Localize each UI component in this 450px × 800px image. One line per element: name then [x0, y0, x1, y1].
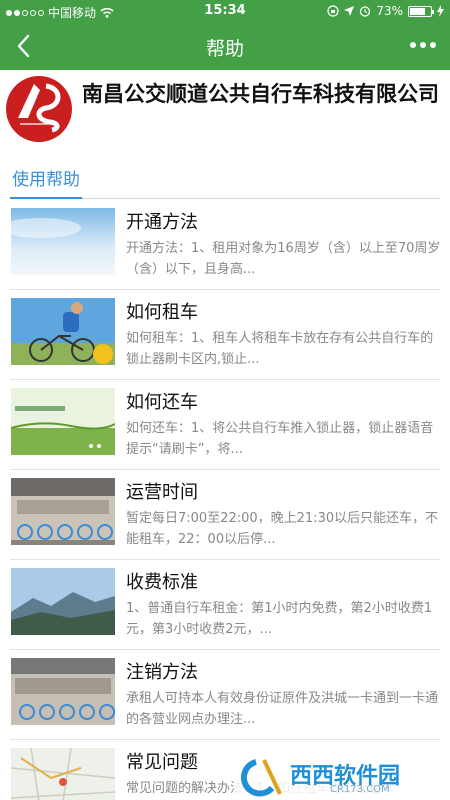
item-title: 常见问题	[126, 752, 198, 773]
thumbnail-image	[11, 208, 115, 275]
item-title: 开通方法	[126, 212, 198, 233]
location-arrow-icon	[344, 6, 355, 16]
charging-icon	[437, 5, 444, 17]
item-description: 1、普通自行车租金：第1小时内免费，第2小时收费1元，第3小时收费2元，...	[126, 601, 433, 637]
thumbnail-image	[11, 658, 115, 725]
thumbnail-image	[11, 568, 115, 635]
watermark-logo: 西西软件园 CR173.COM	[234, 754, 434, 800]
help-list: 开通方法 开通方法：1、租用对象为16周岁（含）以上至70周岁（含）以下，且身高…	[0, 200, 450, 800]
thumbnail-image	[11, 298, 115, 365]
orientation-lock-icon	[327, 5, 339, 17]
item-description: 开通方法：1、租用对象为16周岁（含）以上至70周岁（含）以下，且身高...	[126, 241, 441, 277]
company-logo	[6, 76, 72, 142]
alarm-icon	[360, 6, 371, 17]
list-item[interactable]: 如何租车 如何租车：1、租车人将租车卡放在存有公共自行车的锁止器刷卡区内,锁止.…	[10, 290, 440, 380]
item-description: 暂定每日7:00至22:00，晚上21:30以后只能还车，不能租车，22：00以…	[126, 511, 439, 547]
status-right: 73%	[327, 4, 444, 18]
battery-level	[410, 7, 425, 15]
item-description: 如何还车：1、将公共自行车推入锁止器，锁止器语音提示“请刷卡”，将...	[126, 421, 434, 457]
more-dot-icon	[430, 42, 436, 48]
watermark-url: CR173.COM	[330, 784, 390, 795]
tab-usage-help[interactable]: 使用帮助	[10, 165, 82, 199]
nav-bar: 帮助	[0, 22, 450, 70]
company-name: 南昌公交顺道公共自行车科技有限公司	[82, 82, 439, 106]
thumbnail-image	[11, 478, 115, 545]
list-item[interactable]: 开通方法 开通方法：1、租用对象为16周岁（含）以上至70周岁（含）以下，且身高…	[10, 200, 440, 290]
more-dot-icon	[420, 42, 426, 48]
section-tabs: 使用帮助	[10, 165, 440, 199]
item-title: 运营时间	[126, 482, 198, 503]
list-item[interactable]: 注销方法 承租人可持本人有效身份证原件及洪城一卡通到一卡通的各营业网点办理注..…	[10, 650, 440, 740]
battery-icon	[408, 5, 434, 17]
status-bar: 中国移动 15:34 73%	[0, 0, 450, 22]
item-title: 收费标准	[126, 572, 198, 593]
company-header: 南昌公交顺道公共自行车科技有限公司	[0, 70, 450, 150]
list-item[interactable]: 如何还车 如何还车：1、将公共自行车推入锁止器，锁止器语音提示“请刷卡”，将..…	[10, 380, 440, 470]
item-description: 如何租车：1、租车人将租车卡放在存有公共自行车的锁止器刷卡区内,锁止...	[126, 331, 434, 367]
battery-percent: 73%	[376, 4, 403, 18]
item-title: 如何还车	[126, 392, 198, 413]
item-title: 注销方法	[126, 662, 198, 683]
more-options-button[interactable]	[410, 36, 436, 54]
page-title: 帮助	[205, 38, 244, 60]
thumbnail-image	[11, 388, 115, 455]
item-title: 如何租车	[126, 302, 198, 323]
more-dot-icon	[410, 42, 416, 48]
list-item[interactable]: 运营时间 暂定每日7:00至22:00，晚上21:30以后只能还车，不能租车，2…	[10, 470, 440, 560]
thumbnail-image	[11, 748, 115, 800]
list-item[interactable]: 收费标准 1、普通自行车租金：第1小时内免费，第2小时收费1元，第3小时收费2元…	[10, 560, 440, 650]
item-description: 承租人可持本人有效身份证原件及洪城一卡通到一卡通的各营业网点办理注...	[126, 691, 439, 727]
